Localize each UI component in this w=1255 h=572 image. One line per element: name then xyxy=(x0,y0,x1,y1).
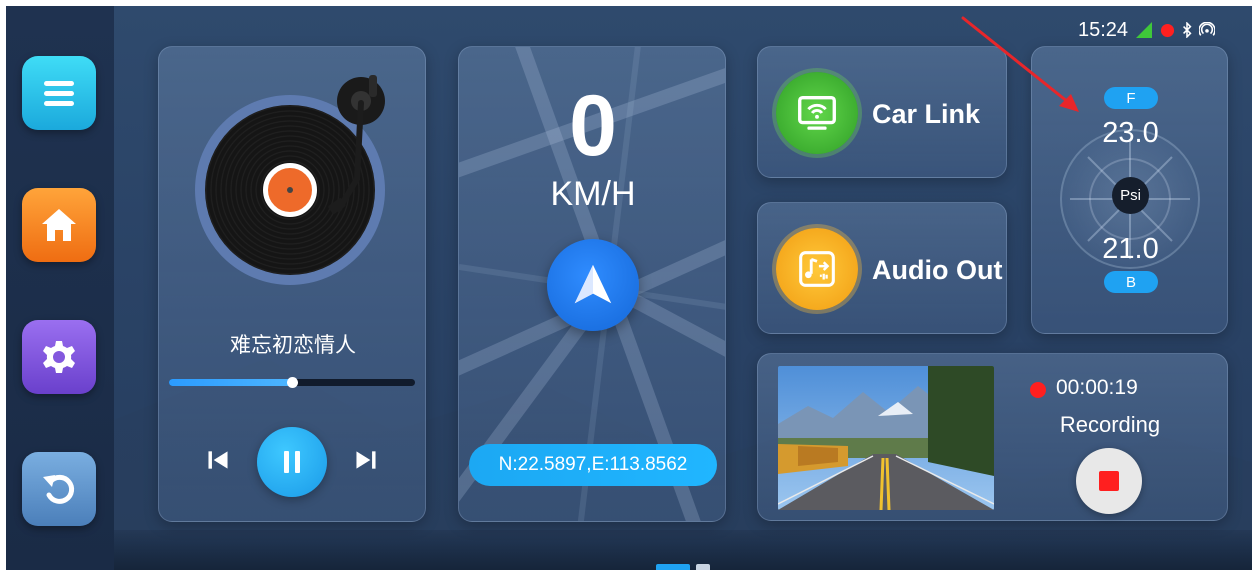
car-link-icon-badge xyxy=(776,72,858,154)
sidebar xyxy=(6,6,114,570)
record-dot-icon xyxy=(1030,382,1046,398)
status-bar: 15:24 xyxy=(1078,18,1216,42)
annotation-arrow xyxy=(961,16,1079,112)
song-title: 难忘初恋情人 xyxy=(230,333,356,357)
speed-unit: KM/H xyxy=(550,175,636,213)
progress-bar[interactable] xyxy=(169,377,415,388)
audio-out-label: Audio Out xyxy=(872,255,1003,285)
clock: 15:24 xyxy=(1078,18,1129,41)
audio-out-icon-badge xyxy=(776,228,858,310)
navigation-button[interactable] xyxy=(547,239,639,331)
car-link-icon xyxy=(798,95,836,130)
navigation-arrow-icon xyxy=(574,264,612,304)
back-tire-label: B xyxy=(1104,271,1158,293)
sidebar-settings-button[interactable] xyxy=(22,320,96,394)
recording-time: 00:00:19 xyxy=(1056,376,1138,399)
play-pause-button[interactable] xyxy=(257,427,327,497)
home-icon xyxy=(42,209,76,241)
progress-fill xyxy=(169,379,292,386)
music-player-card[interactable]: 难忘初恋情人 xyxy=(158,46,426,522)
sidebar-back-button[interactable] xyxy=(22,452,96,526)
page-indicator[interactable] xyxy=(696,564,710,570)
front-tire-label: F xyxy=(1104,87,1158,109)
front-tire-pressure: 23.0 xyxy=(1102,117,1159,149)
gps-coordinates: N:22.5897,E:113.8562 xyxy=(469,444,717,486)
tonearm-icon xyxy=(328,75,385,214)
next-track-button[interactable] xyxy=(351,445,381,475)
speed-value: 0 xyxy=(569,78,617,174)
pressure-unit-badge: Psi xyxy=(1112,177,1149,214)
audio-out-tile[interactable]: Audio Out xyxy=(757,202,1007,334)
signal-icon xyxy=(1134,20,1154,40)
recording-status: Recording xyxy=(1059,412,1161,437)
navigation-card[interactable]: 0 KM/H N:22.5897,E:113.8562 xyxy=(458,46,726,522)
menu-icon xyxy=(44,81,74,106)
sidebar-home-button[interactable] xyxy=(22,188,96,262)
bluetooth-icon xyxy=(1181,22,1193,38)
dashcam-image xyxy=(778,366,994,510)
audio-out-icon xyxy=(799,251,835,287)
sidebar-menu-button[interactable] xyxy=(22,56,96,130)
dashcam-recording-card[interactable]: 00:00:19 Recording xyxy=(757,353,1228,521)
prev-icon xyxy=(208,451,228,469)
stop-icon xyxy=(1099,471,1119,491)
record-dot-icon xyxy=(1160,23,1175,38)
next-icon xyxy=(356,451,376,469)
back-icon xyxy=(43,474,75,504)
prev-track-button[interactable] xyxy=(203,445,233,475)
back-tire-pressure: 21.0 xyxy=(1102,233,1159,265)
pause-icon xyxy=(284,451,300,473)
vinyl-spindle xyxy=(287,187,293,193)
gear-icon xyxy=(43,341,75,373)
progress-knob[interactable] xyxy=(287,377,298,388)
wifi-hotspot-icon xyxy=(1199,22,1216,38)
page-indicator-active[interactable] xyxy=(656,564,690,570)
dashcam-preview[interactable] xyxy=(778,366,994,510)
stop-recording-button[interactable] xyxy=(1076,448,1142,514)
